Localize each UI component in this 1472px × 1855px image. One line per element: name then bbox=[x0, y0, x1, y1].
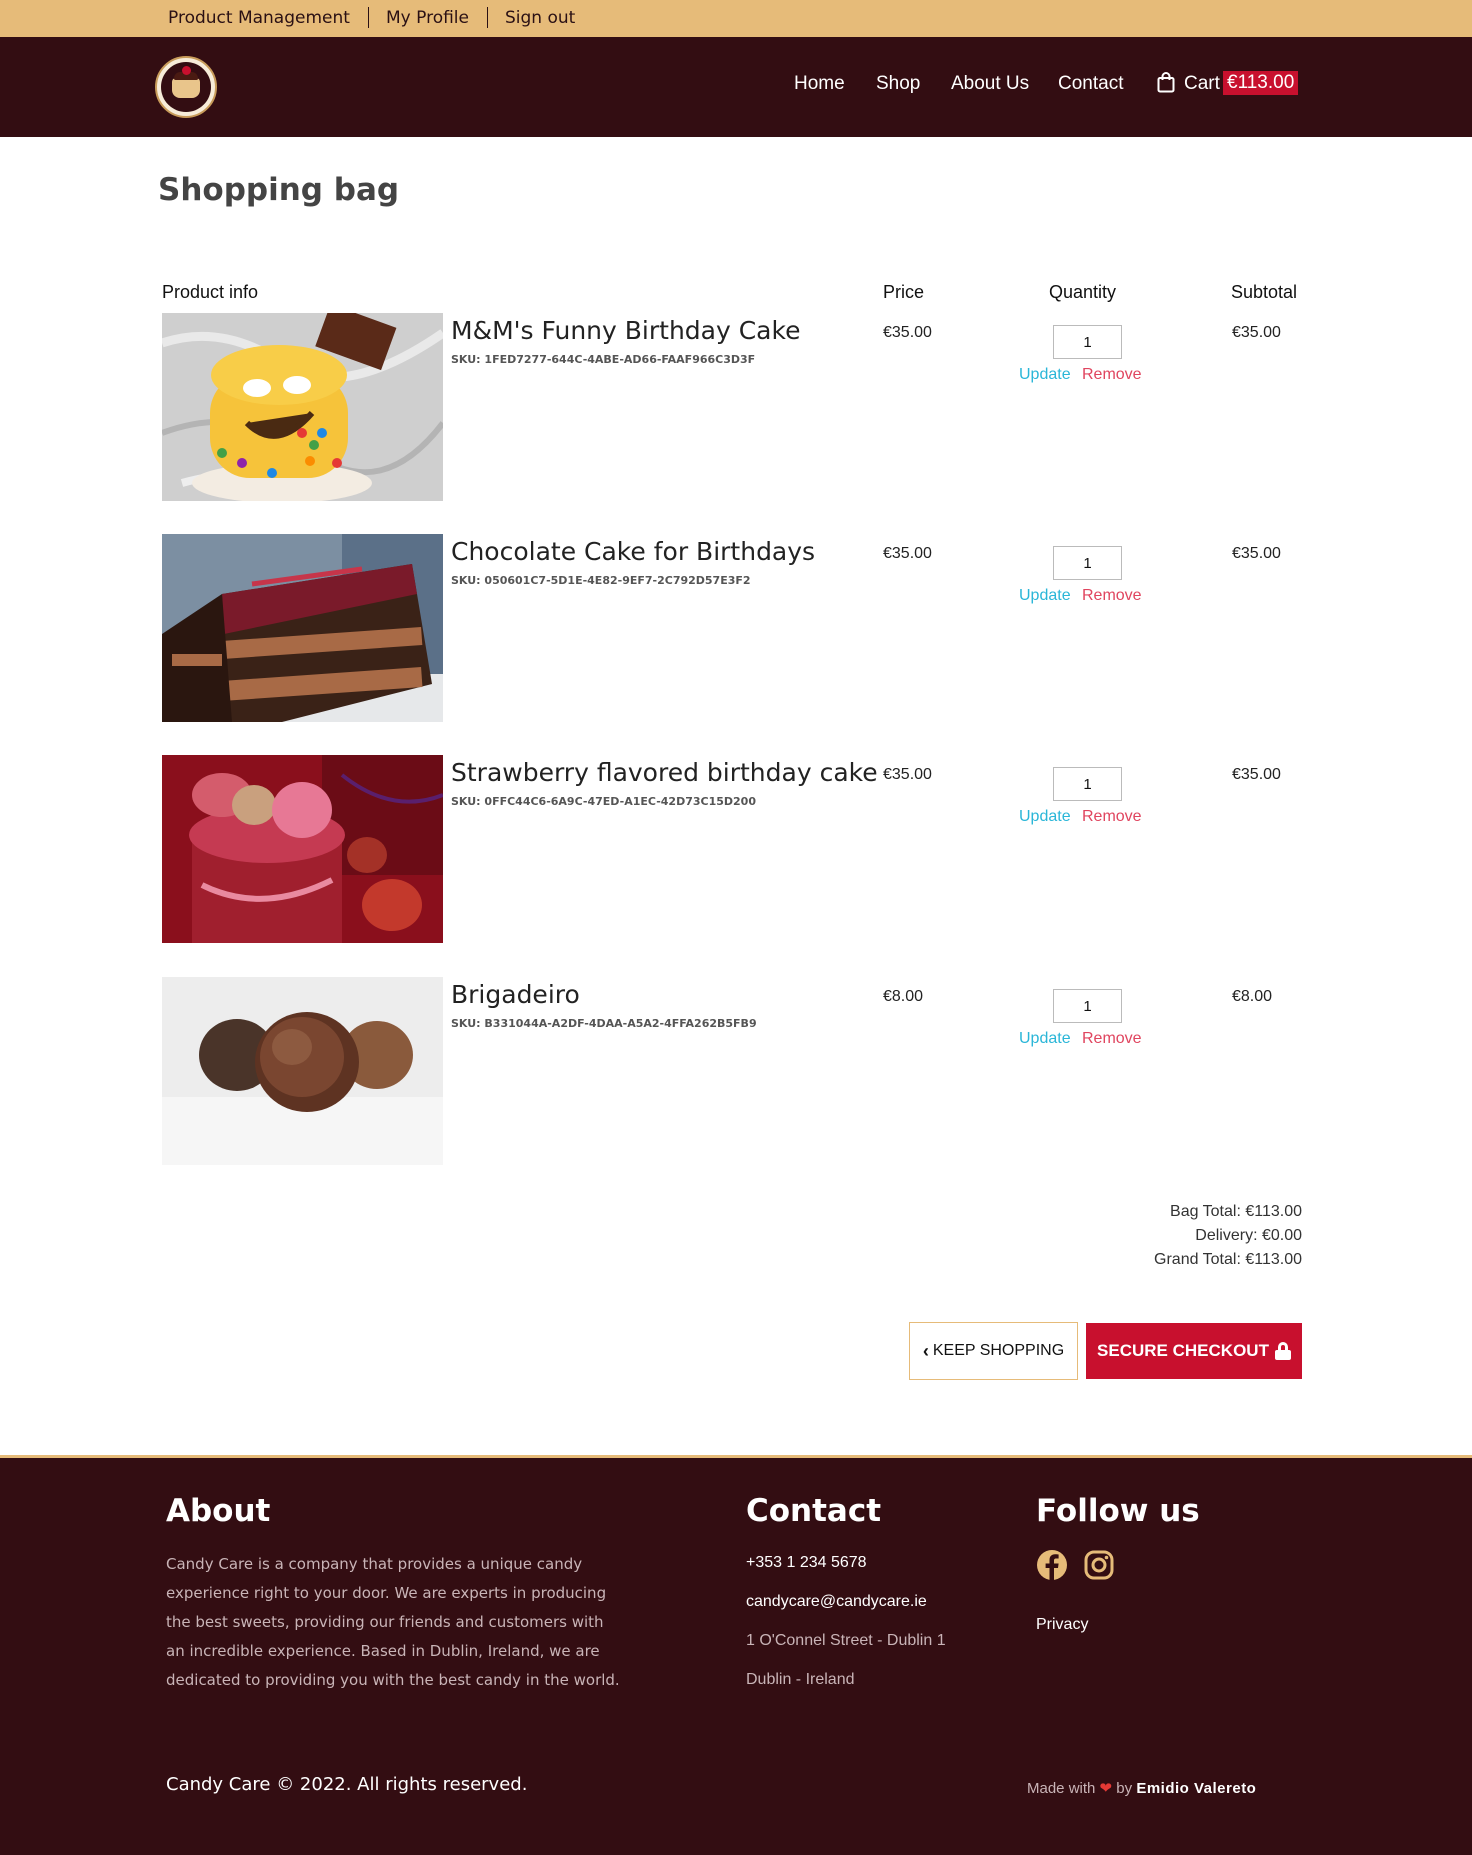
nav-shop[interactable]: Shop bbox=[876, 73, 920, 95]
sign-out-link[interactable]: Sign out bbox=[505, 8, 575, 28]
remove-link[interactable]: Remove bbox=[1082, 808, 1142, 826]
item-subtotal: €8.00 bbox=[1232, 988, 1273, 1005]
update-link[interactable]: Update bbox=[1019, 808, 1071, 826]
my-profile-link[interactable]: My Profile bbox=[386, 8, 469, 28]
nav-about-us[interactable]: About Us bbox=[951, 73, 1029, 95]
quantity-input[interactable] bbox=[1053, 989, 1122, 1023]
nav-home[interactable]: Home bbox=[794, 73, 845, 95]
footer-about-title: About bbox=[166, 1493, 271, 1529]
item-subtotal: €35.00 bbox=[1232, 766, 1281, 783]
product-image-brigadeiro[interactable] bbox=[162, 977, 443, 1165]
secure-checkout-label: SECURE CHECKOUT bbox=[1097, 1341, 1269, 1360]
topbar-divider bbox=[487, 7, 488, 28]
instagram-icon[interactable] bbox=[1083, 1549, 1115, 1581]
footer-address-line1: 1 O'Connel Street - Dublin 1 bbox=[746, 1632, 946, 1649]
update-link[interactable]: Update bbox=[1019, 587, 1071, 605]
made-with-credit: Made with ❤ by Emidio Valereto bbox=[1027, 1779, 1256, 1797]
quantity-input[interactable] bbox=[1053, 546, 1122, 580]
item-name[interactable]: Chocolate Cake for Birthdays bbox=[451, 537, 815, 566]
item-name[interactable]: Strawberry flavored birthday cake bbox=[451, 758, 878, 787]
delivery-cost: Delivery: €0.00 bbox=[1195, 1227, 1302, 1244]
chevron-left-icon: ‹ bbox=[922, 1340, 929, 1361]
item-price: €35.00 bbox=[883, 545, 932, 562]
item-price: €35.00 bbox=[883, 324, 932, 341]
item-sku: SKU: B331044A-A2DF-4DAA-A5A2-4FFA262B5FB… bbox=[451, 1017, 757, 1030]
candy-care-logo[interactable] bbox=[155, 56, 217, 118]
page-title: Shopping bag bbox=[158, 172, 400, 208]
author-name[interactable]: Emidio Valereto bbox=[1136, 1780, 1256, 1797]
header-quantity: Quantity bbox=[1049, 282, 1117, 302]
heart-icon: ❤ bbox=[1099, 1780, 1113, 1797]
item-name[interactable]: M&M's Funny Birthday Cake bbox=[451, 316, 800, 345]
item-price: €35.00 bbox=[883, 766, 932, 783]
grand-total: Grand Total: €113.00 bbox=[1154, 1251, 1302, 1268]
item-sku: SKU: 1FED7277-644C-4ABE-AD66-FAAF966C3D3… bbox=[451, 353, 756, 366]
update-link[interactable]: Update bbox=[1019, 366, 1071, 384]
item-name[interactable]: Brigadeiro bbox=[451, 980, 580, 1009]
site-footer: About Candy Care is a company that provi… bbox=[0, 1458, 1472, 1855]
product-image-strawberry-cake[interactable] bbox=[162, 755, 443, 943]
item-sku: SKU: 050601C7-5D1E-4E82-9EF7-2C792D57E3F… bbox=[451, 574, 751, 587]
footer-email[interactable]: candycare@candycare.ie bbox=[746, 1593, 927, 1611]
keep-shopping-label: KEEP SHOPPING bbox=[932, 1342, 1065, 1359]
nav-contact[interactable]: Contact bbox=[1058, 73, 1123, 95]
privacy-link[interactable]: Privacy bbox=[1036, 1616, 1088, 1634]
topbar-divider bbox=[368, 7, 369, 28]
copyright-text: Candy Care © 2022. All rights reserved. bbox=[166, 1774, 528, 1795]
made-with-label: Made with bbox=[1027, 1780, 1096, 1797]
footer-phone[interactable]: +353 1 234 5678 bbox=[746, 1554, 867, 1572]
bag-total: Bag Total: €113.00 bbox=[1170, 1203, 1302, 1220]
shopping-bag-icon[interactable] bbox=[1157, 72, 1175, 93]
secure-checkout-button[interactable]: SECURE CHECKOUT bbox=[1086, 1323, 1302, 1379]
quantity-input[interactable] bbox=[1053, 767, 1122, 801]
keep-shopping-button[interactable]: ‹ KEEP SHOPPING bbox=[909, 1322, 1078, 1380]
header-price: Price bbox=[883, 282, 925, 302]
cart-total-badge[interactable]: €113.00 bbox=[1223, 71, 1299, 95]
footer-about-text: Candy Care is a company that provides a … bbox=[166, 1555, 620, 1689]
facebook-icon[interactable] bbox=[1036, 1549, 1068, 1581]
product-image-mm-cake[interactable] bbox=[162, 313, 443, 501]
footer-follow-title: Follow us bbox=[1036, 1493, 1200, 1529]
footer-address-line2: Dublin - Ireland bbox=[746, 1671, 855, 1688]
item-subtotal: €35.00 bbox=[1232, 324, 1281, 341]
header-product-info: Product info bbox=[162, 282, 259, 302]
remove-link[interactable]: Remove bbox=[1082, 587, 1142, 605]
lock-icon bbox=[1274, 1342, 1291, 1360]
product-management-link[interactable]: Product Management bbox=[168, 8, 350, 28]
update-link[interactable]: Update bbox=[1019, 1030, 1071, 1048]
site-header: Home Shop About Us Contact Cart €113.00 bbox=[0, 37, 1472, 137]
item-sku: SKU: 0FFC44C6-6A9C-47ED-A1EC-42D73C15D20… bbox=[451, 795, 756, 808]
footer-contact-title: Contact bbox=[746, 1493, 882, 1529]
quantity-input[interactable] bbox=[1053, 325, 1122, 359]
admin-topbar: Product Management My Profile Sign out bbox=[0, 0, 1472, 37]
header-subtotal: Subtotal bbox=[1231, 282, 1298, 302]
remove-link[interactable]: Remove bbox=[1082, 1030, 1142, 1048]
by-label: by bbox=[1116, 1780, 1133, 1797]
item-price: €8.00 bbox=[883, 988, 924, 1005]
item-subtotal: €35.00 bbox=[1232, 545, 1281, 562]
remove-link[interactable]: Remove bbox=[1082, 366, 1142, 384]
product-image-chocolate-cake[interactable] bbox=[162, 534, 443, 722]
cart-link[interactable]: Cart bbox=[1184, 73, 1220, 95]
